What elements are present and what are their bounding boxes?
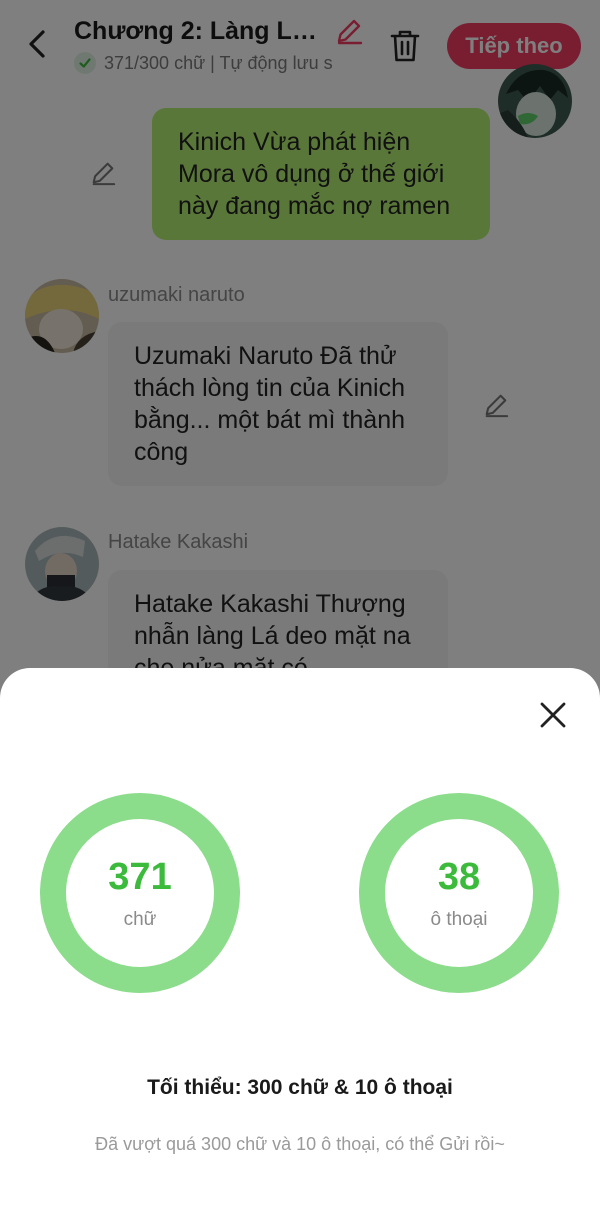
dialog-count-label: ô thoại [430,909,488,930]
close-icon [540,702,566,728]
word-count-ring: 371 chữ [40,793,240,993]
submit-hint: Đã vượt quá 300 chữ và 10 ô thoại, có th… [95,1134,505,1154]
dialog-count-ring: 38 ô thoại [359,793,559,993]
close-button[interactable] [534,696,572,734]
chat-editor-screen: Chương 2: Làng Lá ... 371/300 chữ | Tự đ… [0,0,600,1216]
word-count-sheet: 371 chữ 38 ô thoại Tối thiểu: 300 chữ & … [0,668,600,1216]
word-count-label: chữ [123,909,157,930]
minimum-requirement: Tối thiểu: 300 chữ & 10 ô thoại [147,1076,453,1099]
dialog-count-value: 38 [437,856,481,898]
word-count-value: 371 [108,856,172,898]
